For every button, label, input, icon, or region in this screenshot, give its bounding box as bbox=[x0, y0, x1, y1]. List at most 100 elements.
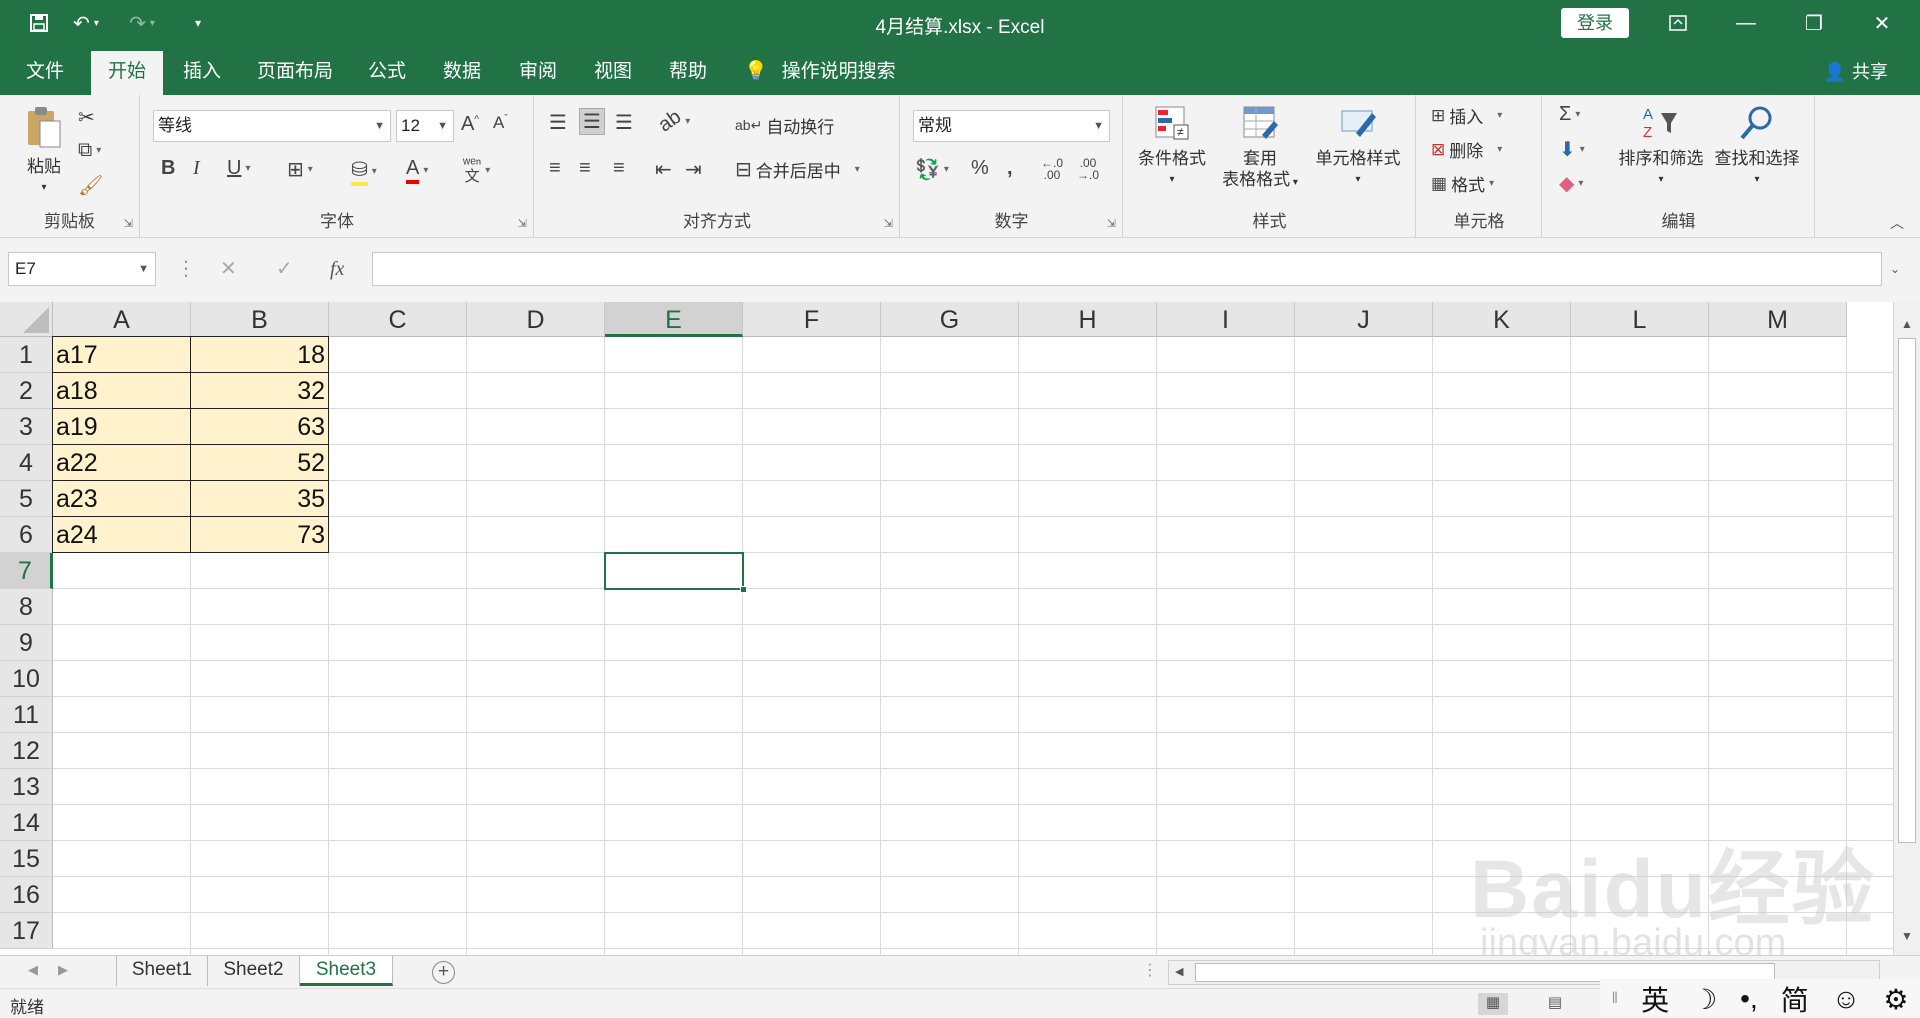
row-header-5[interactable]: 5 bbox=[0, 481, 53, 517]
conditional-formatting-button[interactable]: ≠ 条件格式 ▾ bbox=[1132, 103, 1212, 190]
tab-formulas[interactable]: 公式 bbox=[355, 46, 419, 95]
cell-styles-button[interactable]: 单元格样式 ▾ bbox=[1308, 103, 1408, 190]
column-header-b[interactable]: B bbox=[191, 302, 329, 337]
tab-file[interactable]: 文件 bbox=[14, 46, 76, 95]
close-icon[interactable]: ✕ bbox=[1852, 0, 1912, 46]
row-header-16[interactable]: 16 bbox=[0, 877, 53, 913]
row-header-2[interactable]: 2 bbox=[0, 373, 53, 409]
page-layout-view-icon[interactable]: ▤ bbox=[1540, 993, 1570, 1015]
row-header-12[interactable]: 12 bbox=[0, 733, 53, 769]
active-cell-selection[interactable] bbox=[604, 552, 747, 593]
column-header-a[interactable]: A bbox=[53, 302, 191, 337]
cell-b4[interactable]: 52 bbox=[190, 444, 329, 481]
ime-language-toggle[interactable]: 英 bbox=[1641, 979, 1669, 1018]
phonetic-guide-icon[interactable]: ʷᵉⁿ 文 ▾ bbox=[463, 156, 490, 184]
dialog-launcher-icon[interactable]: ⇲ bbox=[518, 217, 527, 230]
tell-me-search[interactable]: 💡 操作说明搜索 bbox=[744, 46, 914, 95]
scroll-up-icon[interactable]: ▲ bbox=[1894, 312, 1920, 336]
tab-data[interactable]: 数据 bbox=[430, 46, 494, 95]
splitter-handle-icon[interactable]: ⋮ bbox=[1142, 960, 1158, 980]
cut-icon[interactable]: ✂ bbox=[78, 105, 95, 130]
number-format-combo[interactable]: 常规 ▼ bbox=[913, 110, 1110, 142]
column-header-h[interactable]: H bbox=[1019, 302, 1157, 337]
copy-icon[interactable]: ⧉ ▾ bbox=[78, 139, 101, 162]
dialog-launcher-icon[interactable]: ⇲ bbox=[1107, 217, 1116, 230]
fill-color-icon[interactable]: ⛁ ▾ bbox=[351, 157, 377, 186]
format-painter-icon[interactable]: 🖌 bbox=[78, 173, 103, 198]
bold-icon[interactable]: B bbox=[161, 157, 175, 180]
align-center-icon[interactable]: ≡ bbox=[579, 157, 591, 180]
worksheet-grid[interactable]: ABCDEFGHIJKLM 1 2 3 4 5 6 7 8 9 10 11 12 13 14 15 16 17 … bbox=[0, 302, 1920, 955]
accounting-format-icon[interactable]: 💱 ▾ bbox=[915, 157, 949, 182]
sheet-tab-sheet3[interactable]: Sheet3 bbox=[300, 956, 393, 986]
decrease-indent-icon[interactable]: ⇤ bbox=[655, 157, 672, 182]
shrink-font-icon[interactable]: Aˇ bbox=[493, 113, 508, 133]
paste-button[interactable]: 粘贴 ▾ bbox=[14, 105, 74, 198]
clear-icon[interactable]: ◆ ▾ bbox=[1559, 171, 1583, 196]
scroll-down-icon[interactable]: ▼ bbox=[1894, 924, 1920, 948]
enter-icon[interactable]: ✓ bbox=[276, 252, 293, 286]
format-cells-button[interactable]: ▦ 格式 ▾ bbox=[1431, 171, 1494, 196]
row-header-15[interactable]: 15 bbox=[0, 841, 53, 877]
underline-icon[interactable]: U ▾ bbox=[227, 157, 250, 180]
row-header-8[interactable]: 8 bbox=[0, 589, 53, 625]
name-box[interactable]: E7 ▼ bbox=[8, 252, 156, 286]
login-button[interactable]: 登录 bbox=[1561, 8, 1629, 38]
increase-decimal-icon[interactable]: ←.0.00 bbox=[1041, 157, 1063, 181]
align-top-icon[interactable]: ☰ bbox=[549, 110, 567, 135]
row-header-6[interactable]: 6 bbox=[0, 517, 53, 553]
formula-input[interactable] bbox=[372, 252, 1882, 286]
format-as-table-button[interactable]: 套用 表格格式 ▾ bbox=[1216, 103, 1304, 193]
merge-center-button[interactable]: ⊟ 合并后居中 ▾ bbox=[735, 157, 860, 182]
cell-b1[interactable]: 18 bbox=[190, 336, 329, 373]
align-left-icon[interactable]: ≡ bbox=[549, 157, 561, 180]
share-button[interactable]: 👤 共享 bbox=[1824, 46, 1888, 95]
sheet-tab-sheet1[interactable]: Sheet1 bbox=[116, 956, 208, 986]
tab-view[interactable]: 视图 bbox=[581, 46, 645, 95]
borders-icon[interactable]: ⊞ ▾ bbox=[287, 157, 313, 182]
cell-b2[interactable]: 32 bbox=[190, 372, 329, 409]
tab-insert[interactable]: 插入 bbox=[170, 46, 234, 95]
add-sheet-icon[interactable]: + bbox=[432, 961, 455, 984]
row-header-9[interactable]: 9 bbox=[0, 625, 53, 661]
next-sheet-icon[interactable]: ▶ bbox=[58, 962, 68, 978]
column-header-f[interactable]: F bbox=[743, 302, 881, 337]
font-color-icon[interactable]: A ▾ bbox=[406, 157, 428, 184]
ime-moon-icon[interactable]: ☽ bbox=[1692, 983, 1717, 1016]
column-header-k[interactable]: K bbox=[1433, 302, 1571, 337]
row-header-7[interactable]: 7 bbox=[0, 553, 53, 589]
sheet-tab-sheet2[interactable]: Sheet2 bbox=[208, 956, 300, 986]
find-select-button[interactable]: 查找和选择 ▾ bbox=[1707, 103, 1807, 190]
autosum-icon[interactable]: Σ ▾ bbox=[1559, 103, 1580, 126]
cell-a6[interactable]: a24 bbox=[52, 516, 191, 553]
dialog-launcher-icon[interactable]: ⇲ bbox=[124, 217, 133, 230]
italic-icon[interactable]: I bbox=[193, 157, 200, 180]
grow-font-icon[interactable]: A^ bbox=[461, 113, 479, 136]
select-all-corner[interactable] bbox=[0, 302, 53, 337]
tab-help[interactable]: 帮助 bbox=[656, 46, 720, 95]
vertical-scroll-thumb[interactable] bbox=[1898, 338, 1916, 843]
ribbon-display-options-icon[interactable] bbox=[1648, 0, 1708, 46]
vertical-scrollbar[interactable]: ▲ ▼ bbox=[1893, 302, 1920, 955]
column-header-c[interactable]: C bbox=[329, 302, 467, 337]
decrease-decimal-icon[interactable]: .00 →.0 bbox=[1077, 157, 1099, 181]
column-header-j[interactable]: J bbox=[1295, 302, 1433, 337]
row-header-10[interactable]: 10 bbox=[0, 661, 53, 697]
scroll-left-icon[interactable]: ◀ bbox=[1175, 965, 1183, 978]
column-header-g[interactable]: G bbox=[881, 302, 1019, 337]
ime-simplified-toggle[interactable]: 简 bbox=[1781, 979, 1809, 1018]
cancel-icon[interactable]: ✕ bbox=[220, 252, 237, 286]
cell-a5[interactable]: a23 bbox=[52, 480, 191, 517]
align-right-icon[interactable]: ≡ bbox=[613, 157, 625, 180]
insert-cells-button[interactable]: ⊞ 插入 ▾ bbox=[1431, 103, 1502, 128]
cell-b6[interactable]: 73 bbox=[190, 516, 329, 553]
row-header-1[interactable]: 1 bbox=[0, 337, 53, 373]
normal-view-icon[interactable]: ▦ bbox=[1478, 993, 1508, 1015]
ime-settings-icon[interactable]: ⚙ bbox=[1883, 983, 1908, 1016]
font-name-combo[interactable]: 等线 ▼ bbox=[153, 110, 391, 142]
fill-handle[interactable] bbox=[740, 586, 747, 593]
prev-sheet-icon[interactable]: ◀ bbox=[28, 962, 38, 978]
row-header-3[interactable]: 3 bbox=[0, 409, 53, 445]
tab-page-layout[interactable]: 页面布局 bbox=[250, 46, 340, 95]
column-header-d[interactable]: D bbox=[467, 302, 605, 337]
